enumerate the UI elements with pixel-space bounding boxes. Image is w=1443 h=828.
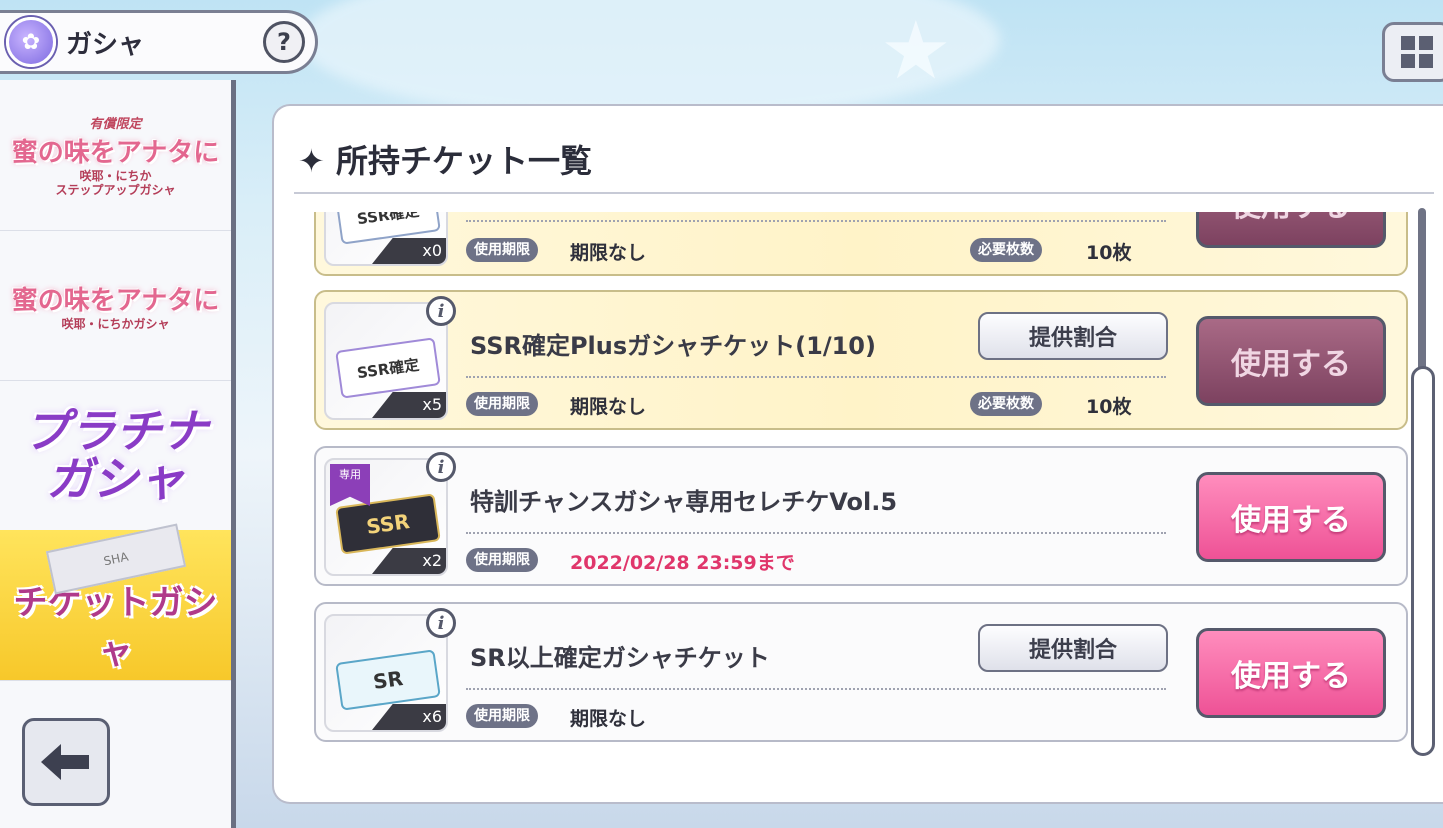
expiry-value: 期限なし <box>570 708 647 730</box>
ticket-count: x2 <box>372 548 446 574</box>
ticket-gacha-label: チケットガシャ <box>13 583 218 672</box>
expiry-label: 使用期限 <box>466 548 538 572</box>
sidebar-item-ticket-gacha[interactable]: SHA チケットガシャ <box>0 523 231 681</box>
platinum-logo-line2: ガシャ <box>46 452 185 506</box>
header-bar: ✿ ガシャ ? <box>0 10 318 74</box>
gacha-icon: ✿ <box>6 17 56 67</box>
help-label: ? <box>277 28 291 56</box>
use-button[interactable]: 使用する <box>1196 212 1386 248</box>
info-icon[interactable]: i <box>426 608 456 638</box>
ticket-row: SSR確定 x0 使用期限 期限なし 必要枚数 10枚 使用する <box>314 212 1408 276</box>
use-button-label: 使用する <box>1231 503 1351 538</box>
expiry-label: 使用期限 <box>466 704 538 728</box>
ticket-image-text: SHA <box>101 549 130 569</box>
drop-rate-button[interactable]: 提供割合 <box>978 312 1168 360</box>
required-label: 必要枚数 <box>970 238 1042 262</box>
dotted-divider <box>466 376 1166 378</box>
info-icon[interactable]: i <box>426 296 456 326</box>
expiry-value: 期限なし <box>570 396 647 418</box>
star-icon: ★ <box>880 4 952 97</box>
ticket-art-text: SR <box>371 666 405 694</box>
ticket-art: SSR確定 <box>335 337 441 399</box>
back-button[interactable] <box>22 718 110 806</box>
sidebar-item-mitsu-gacha[interactable]: 蜜の味をアナタに 咲耶・にちかガシャ <box>0 230 231 381</box>
ticket-count: x5 <box>372 392 446 418</box>
expiry-label: 使用期限 <box>466 238 538 262</box>
gacha-subtitle: ステップアップガシャ <box>55 183 176 197</box>
sidebar-item-stepup-gacha[interactable]: 有償限定 蜜の味をアナタに 咲耶・にちか ステップアップガシャ <box>0 80 231 231</box>
ticket-art: SSR <box>335 493 441 555</box>
drop-rate-label: 提供割合 <box>1028 638 1117 663</box>
gacha-logo: 蜜の味をアナタに <box>11 138 220 168</box>
dotted-divider <box>466 220 1166 222</box>
help-button[interactable]: ? <box>263 21 305 63</box>
drop-rate-label: 提供割合 <box>1028 326 1117 351</box>
paid-limited-label: 有償限定 <box>89 117 142 132</box>
ticket-art-text: SSR確定 <box>355 212 421 228</box>
gacha-subtitle: 咲耶・にちか <box>79 169 152 183</box>
ticket-row: SR x6 i SR以上確定ガシャチケット 提供割合 使用期限 期限なし 使用す… <box>314 602 1408 742</box>
required-value: 10枚 <box>1086 242 1132 264</box>
page-title: ガシャ <box>66 29 145 60</box>
ticket-count: x0 <box>372 238 446 264</box>
ticket-row: SSR 専用 x2 i 特訓チャンスガシャ専用セレチケVol.5 使用期限 20… <box>314 446 1408 586</box>
ticket-list-panel: ✦ 所持チケット一覧 SSR確定 x0 使用期限 期限なし 必要枚数 10枚 使… <box>272 104 1443 804</box>
ticket-thumbnail: SSR確定 x0 <box>324 212 448 266</box>
sidebar-item-platinum-gacha[interactable]: プラチナ ガシャ <box>0 380 231 531</box>
use-button[interactable]: 使用する <box>1196 472 1386 562</box>
expiry-value: 2022/02/28 23:59まで <box>570 552 795 574</box>
gacha-sidebar: 有償限定 蜜の味をアナタに 咲耶・にちか ステップアップガシャ 蜜の味をアナタに… <box>0 80 236 828</box>
use-button-label: 使用する <box>1231 659 1351 694</box>
scrollbar-thumb[interactable] <box>1411 366 1435 756</box>
ticket-art-text: SSR確定 <box>355 355 421 382</box>
ticket-name: SSR確定Plusガシャチケット(1/10) <box>470 332 876 360</box>
use-button-label: 使用する <box>1231 212 1351 225</box>
use-button[interactable]: 使用する <box>1196 628 1386 718</box>
ticket-art-text: SSR <box>364 509 412 539</box>
required-value: 10枚 <box>1086 396 1132 418</box>
grid-icon <box>1399 34 1435 70</box>
ticket-name: 特訓チャンスガシャ専用セレチケVol.5 <box>470 488 898 516</box>
exclusive-tag: 専用 <box>330 464 370 506</box>
ticket-name: SR以上確定ガシャチケット <box>470 644 770 672</box>
use-button[interactable]: 使用する <box>1196 316 1386 406</box>
ticket-list[interactable]: SSR確定 x0 使用期限 期限なし 必要枚数 10枚 使用する SSR確定 x… <box>310 212 1418 772</box>
drop-rate-button[interactable]: 提供割合 <box>978 624 1168 672</box>
info-icon[interactable]: i <box>426 452 456 482</box>
ticket-art: SR <box>335 649 441 711</box>
expiry-label: 使用期限 <box>466 392 538 416</box>
ticket-count: x6 <box>372 704 446 730</box>
ticket-row: SSR確定 x5 i SSR確定Plusガシャチケット(1/10) 提供割合 使… <box>314 290 1408 430</box>
divider <box>294 192 1434 194</box>
platinum-logo-line1: プラチナ <box>23 404 208 458</box>
dotted-divider <box>466 688 1166 690</box>
expiry-value: 期限なし <box>570 242 647 264</box>
required-label: 必要枚数 <box>970 392 1042 416</box>
dotted-divider <box>466 532 1166 534</box>
use-button-label: 使用する <box>1231 347 1351 382</box>
gacha-logo: 蜜の味をアナタに <box>11 285 220 316</box>
panel-title-text: 所持チケット一覧 <box>335 142 592 180</box>
panel-title: ✦ 所持チケット一覧 <box>298 142 592 180</box>
back-arrow-icon <box>41 744 89 780</box>
menu-grid-button[interactable] <box>1382 22 1443 82</box>
gacha-subtitle: 咲耶・にちかガシャ <box>61 316 170 331</box>
